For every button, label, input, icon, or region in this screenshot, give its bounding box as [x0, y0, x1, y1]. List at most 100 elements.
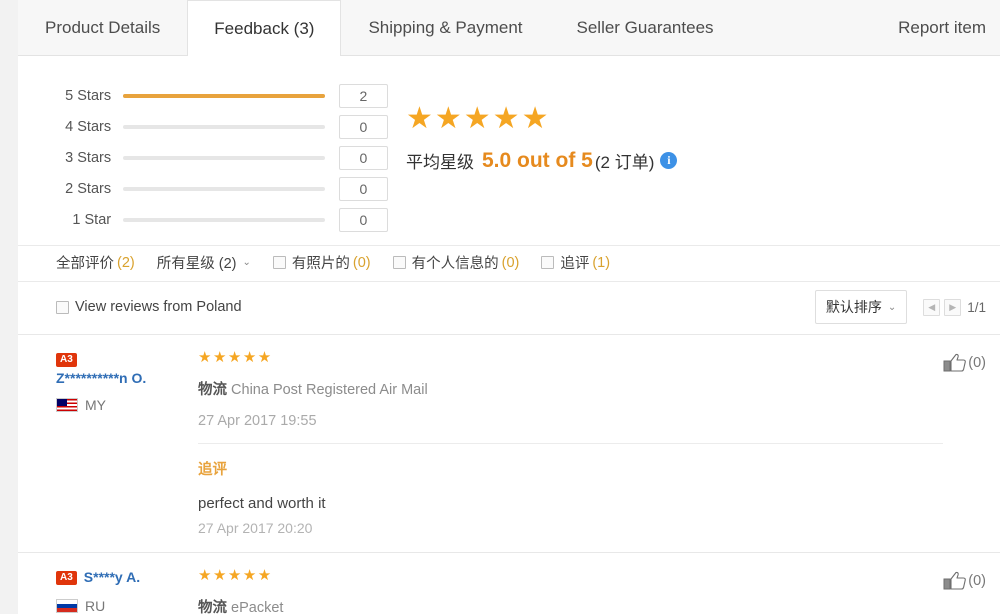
tab-product-details[interactable]: Product Details	[18, 0, 187, 55]
filter-with-photos-label: 有照片的	[291, 256, 350, 272]
average-stars-icon: ★★★★★	[406, 102, 551, 135]
rating-count-box: 0	[338, 176, 388, 201]
filter-all-stars-dropdown[interactable]: 所有星级 (2) ⌄	[157, 252, 251, 273]
rating-row-label: 2 Stars	[65, 180, 112, 197]
poland-label: View reviews from Poland	[75, 299, 242, 315]
report-item-link[interactable]: Report item	[872, 0, 1000, 55]
helpful-count: (0)	[968, 573, 986, 589]
followup-text: perfect and worth it	[198, 495, 326, 512]
reviewer-badge-row: A3	[56, 351, 198, 369]
filter-additional-count: (1)	[592, 254, 611, 271]
review-followup: 追评 perfect and worth it 27 Apr 2017 20:2…	[198, 443, 944, 552]
rating-bar-track	[123, 124, 325, 129]
average-orders: (2 订单)	[594, 153, 655, 172]
average-value: 5.0 out of 5	[482, 148, 593, 172]
rating-row-1: 1 Star 0	[56, 204, 388, 235]
prev-page-button[interactable]: ◀	[923, 298, 941, 316]
rating-row-2: 2 Stars 0	[56, 173, 388, 204]
tab-bar: Product Details Feedback (3) Shipping & …	[18, 0, 1000, 56]
average-rating-line: 平均星级 5.0 out of 5 (2 订单) i	[406, 148, 678, 173]
filter-with-photos[interactable]: 有照片的 (0)	[272, 252, 371, 273]
tab-seller-guarantees[interactable]: Seller Guarantees	[550, 0, 741, 55]
filter-with-personal-info[interactable]: 有个人信息的 (0)	[392, 252, 520, 273]
filter-additional-reviews[interactable]: 追评 (1)	[541, 252, 610, 273]
tab-label: Product Details	[45, 18, 161, 37]
reviewer-country: RU	[56, 598, 198, 614]
filter-with-personal-info-count: (0)	[501, 254, 520, 271]
rating-count-box: 2	[338, 83, 388, 108]
thumbs-up-icon	[943, 353, 967, 372]
view-reviews-from-poland-toggle[interactable]: View reviews from Poland	[56, 299, 242, 315]
average-rating-block: ★★★★★ 平均星级 5.0 out of 5 (2 订单) i	[388, 74, 678, 235]
feedback-page: Product Details Feedback (3) Shipping & …	[0, 0, 1000, 614]
flag-icon-my	[56, 398, 78, 412]
pagination: ◀ ▶ 1/1	[923, 298, 986, 316]
feedback-content: 5 Stars 2 4 Stars 0 3 Stars 0 2 Stars 0 …	[18, 56, 1000, 614]
reviewer-info: A3 Z**********n O. MY	[56, 349, 198, 552]
filter-with-personal-info-label: 有个人信息的	[411, 256, 499, 272]
helpful-button[interactable]: (0)	[943, 349, 986, 552]
reviewer-username[interactable]: Z**********n O.	[56, 370, 198, 386]
rating-bar-track	[123, 93, 325, 98]
tab-label: Seller Guarantees	[576, 18, 714, 37]
review-date: 27 Apr 2017 19:55	[198, 413, 317, 429]
sort-dropdown[interactable]: 默认排序 ⌄	[814, 290, 908, 324]
flag-icon-ru	[56, 599, 78, 613]
rating-row-5: 5 Stars 2	[56, 80, 388, 111]
average-label: 平均星级	[406, 153, 474, 172]
reviewer-level-badge: A3	[56, 570, 77, 585]
report-item-label: Report item	[898, 17, 986, 37]
rating-count-box: 0	[338, 207, 388, 232]
review-stars-icon: ★★★★★	[198, 567, 273, 584]
rating-row-label: 3 Stars	[65, 149, 112, 166]
reviewer-country-code: MY	[85, 397, 106, 413]
review-item: A3 Z**********n O. MY ★★★★★ 物流 China Pos…	[18, 334, 1000, 552]
reviewer-info: A3 S****y A. RU	[56, 567, 198, 614]
thumbs-up-icon	[943, 571, 967, 590]
sort-row: View reviews from Poland 默认排序 ⌄ ◀ ▶ 1/1	[18, 281, 1000, 334]
filter-row: 全部评价 (2) 所有星级 (2) ⌄ 有照片的 (0) 有个人信息的 (0) …	[18, 245, 1000, 281]
filter-all-stars-label: 所有星级 (2)	[156, 256, 237, 272]
checkbox-with-personal-info[interactable]	[392, 256, 406, 269]
filter-with-photos-count: (0)	[352, 254, 371, 271]
rating-summary: 5 Stars 2 4 Stars 0 3 Stars 0 2 Stars 0 …	[18, 56, 1000, 245]
review-body: ★★★★★ 物流 ePacket 11 May 2017 18:50	[198, 567, 943, 614]
rating-count-box: 0	[338, 114, 388, 139]
reviewer-level-badge: A3	[56, 352, 77, 367]
checkbox-with-photos[interactable]	[272, 256, 286, 269]
chevron-down-icon: ⌄	[242, 257, 251, 268]
checkbox-poland[interactable]	[56, 300, 69, 314]
reviewer-username[interactable]: S****y A.	[84, 569, 140, 585]
filter-additional-label: 追评	[560, 256, 590, 272]
logistics-label: 物流	[198, 382, 227, 398]
rating-count-box: 0	[338, 145, 388, 170]
rating-row-label: 4 Stars	[65, 118, 112, 135]
next-page-button[interactable]: ▶	[944, 298, 962, 316]
reviewer-badge-row: A3 S****y A.	[56, 569, 198, 587]
followup-title: 追评	[198, 462, 227, 478]
helpful-button[interactable]: (0)	[943, 567, 986, 614]
rating-bar-track	[123, 217, 325, 222]
filter-all-reviews-count: (2)	[117, 254, 135, 271]
review-stars-icon: ★★★★★	[198, 349, 273, 366]
rating-row-label: 5 Stars	[65, 87, 112, 104]
logistics-label: 物流	[198, 600, 227, 614]
review-item: A3 S****y A. RU ★★★★★ 物流 ePacket 11 May 2…	[18, 552, 1000, 614]
followup-date: 27 Apr 2017 20:20	[198, 520, 313, 536]
tab-label: Shipping & Payment	[368, 18, 523, 37]
reviewer-country-code: RU	[85, 598, 106, 614]
tab-shipping-payment[interactable]: Shipping & Payment	[341, 0, 549, 55]
rating-bar-fill	[123, 93, 325, 98]
review-body: ★★★★★ 物流 China Post Registered Air Mail …	[198, 349, 944, 552]
tab-feedback[interactable]: Feedback (3)	[187, 0, 342, 56]
rating-row-3: 3 Stars 0	[56, 142, 388, 173]
helpful-count: (0)	[968, 355, 986, 371]
rating-bar-track	[123, 155, 325, 160]
chevron-down-icon: ⌄	[887, 301, 897, 313]
left-gutter	[0, 0, 18, 614]
filter-all-reviews[interactable]: 全部评价 (2)	[56, 252, 135, 273]
rating-row-label: 1 Star	[72, 211, 112, 228]
review-logistics: 物流 ePacket	[198, 596, 943, 614]
checkbox-additional-reviews[interactable]	[541, 256, 555, 269]
info-icon[interactable]: i	[660, 152, 678, 169]
